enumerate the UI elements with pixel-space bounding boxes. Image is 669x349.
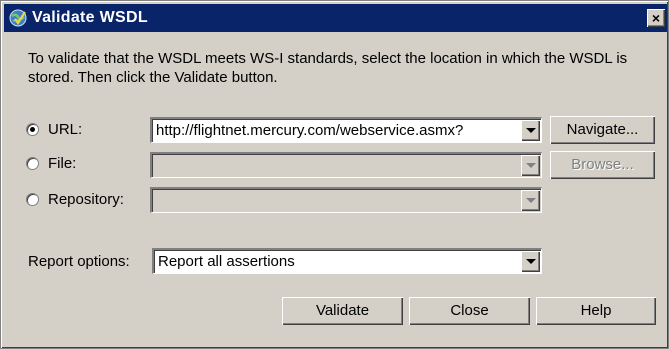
report-options-label: Report options: bbox=[28, 253, 130, 270]
navigate-button[interactable]: Navigate... bbox=[550, 116, 655, 144]
url-radio-option[interactable]: URL: bbox=[26, 121, 82, 138]
file-radio-option[interactable]: File: bbox=[26, 155, 76, 172]
globe-check-icon bbox=[9, 9, 27, 27]
repository-combobox[interactable] bbox=[150, 187, 542, 213]
title-bar[interactable]: Validate WSDL × bbox=[4, 4, 667, 32]
url-combobox[interactable]: http://flightnet.mercury.com/webservice.… bbox=[150, 117, 542, 143]
report-options-value: Report all assertions bbox=[158, 253, 295, 270]
browse-button[interactable]: Browse... bbox=[550, 151, 655, 179]
file-radio-label: File: bbox=[48, 155, 77, 172]
file-radio[interactable] bbox=[26, 157, 39, 170]
instructions-text: To validate that the WSDL meets WS-I sta… bbox=[28, 50, 628, 86]
chevron-down-icon[interactable] bbox=[521, 190, 540, 211]
validate-button[interactable]: Validate bbox=[282, 297, 403, 325]
file-combobox[interactable] bbox=[150, 152, 542, 178]
validate-wsdl-dialog: Validate WSDL × To validate that the WSD… bbox=[0, 0, 669, 349]
repository-radio[interactable] bbox=[26, 193, 39, 206]
close-button[interactable]: Close bbox=[409, 297, 530, 325]
window-title: Validate WSDL bbox=[32, 9, 148, 26]
help-button[interactable]: Help bbox=[536, 297, 656, 325]
chevron-down-icon[interactable] bbox=[521, 251, 540, 272]
repository-radio-label: Repository: bbox=[48, 191, 124, 208]
repository-radio-option[interactable]: Repository: bbox=[26, 191, 124, 208]
url-radio-label: URL: bbox=[48, 121, 83, 138]
close-window-button[interactable]: × bbox=[647, 9, 665, 27]
chevron-down-icon[interactable] bbox=[521, 155, 540, 176]
chevron-down-icon[interactable] bbox=[521, 120, 540, 141]
url-radio[interactable] bbox=[26, 123, 39, 136]
report-options-select[interactable]: Report all assertions bbox=[152, 248, 542, 274]
url-value: http://flightnet.mercury.com/webservice.… bbox=[156, 122, 464, 139]
close-icon: × bbox=[651, 10, 661, 26]
